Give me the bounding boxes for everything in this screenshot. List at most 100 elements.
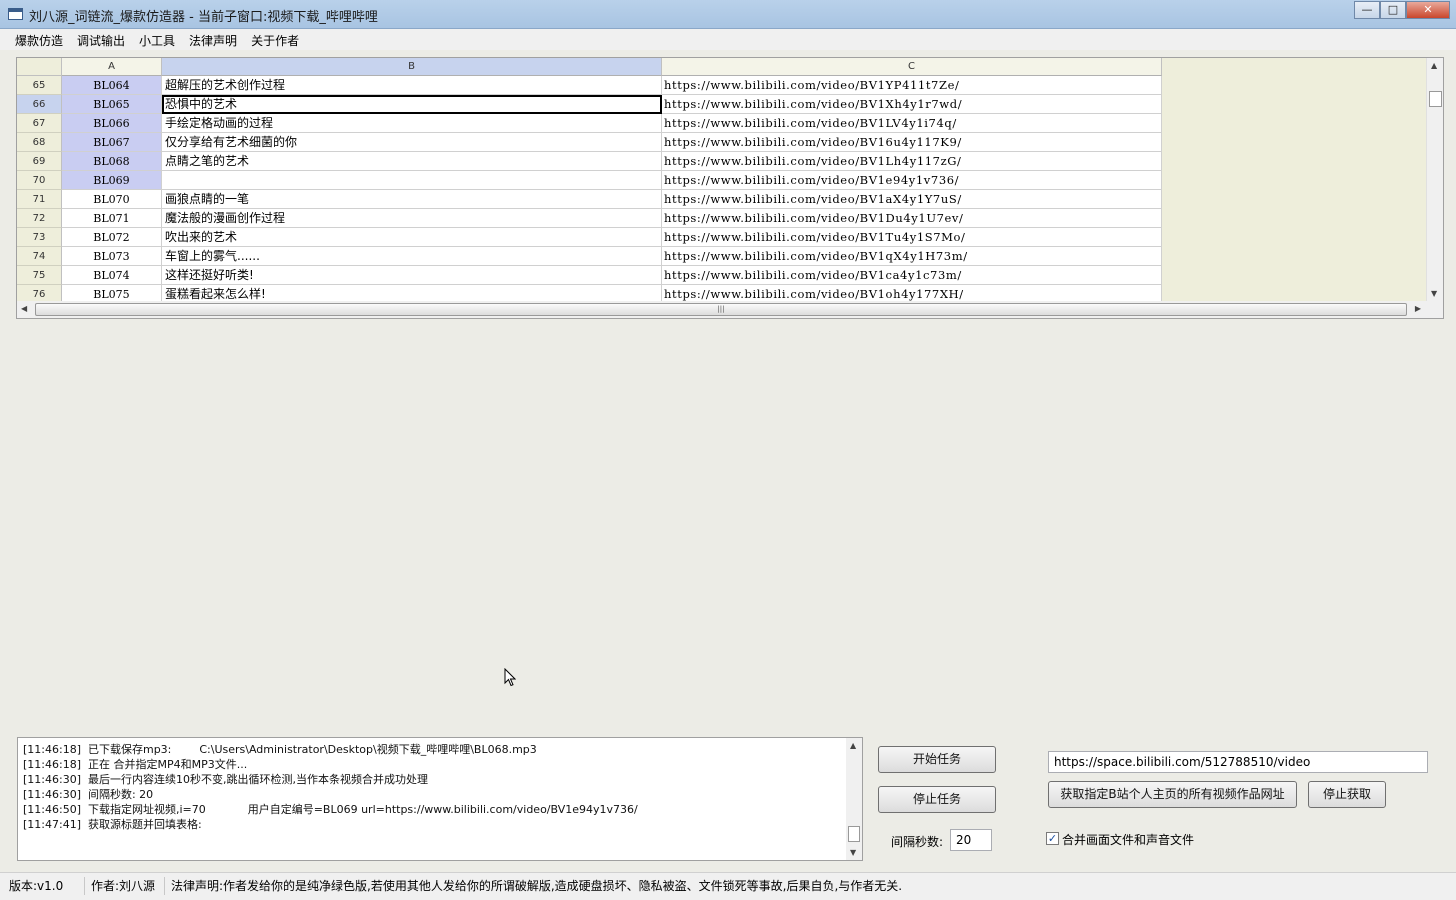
log-line: [11:46:30] 最后一行内容连续10秒不变,跳出循环检测,当作本条视频合并… (23, 773, 428, 786)
vertical-scroll-thumb[interactable] (1429, 91, 1442, 107)
cell-title[interactable]: 超解压的艺术创作过程 (162, 76, 662, 95)
grid-horizontal-scrollbar[interactable]: ◀ ||| ▶ (17, 301, 1443, 318)
scroll-up-icon[interactable]: ▲ (1431, 61, 1437, 70)
maximize-button[interactable]: □ (1380, 1, 1406, 19)
cell-id[interactable]: BL070 (62, 190, 162, 209)
log-scroll-thumb[interactable] (848, 826, 860, 842)
log-scroll-down-icon[interactable]: ▼ (850, 848, 856, 857)
cell-title[interactable]: 手绘定格动画的过程 (162, 114, 662, 133)
table-row[interactable]: 71 BL070 画狼点睛的一笔 https://www.bilibili.com/v… (17, 190, 1162, 209)
stop-fetch-button[interactable]: 停止获取 (1308, 781, 1386, 808)
status-version: 版本:v1.0 (9, 877, 85, 895)
cell-id[interactable]: BL071 (62, 209, 162, 228)
log-line: [11:46:18] 已下载保存mp3: C:\Users\Administra… (23, 743, 537, 756)
column-header-a[interactable]: A (62, 58, 162, 76)
scroll-left-icon[interactable]: ◀ (21, 304, 27, 313)
cell-id[interactable]: BL072 (62, 228, 162, 247)
table-row[interactable]: 68 BL067 仅分享给有艺术细菌的你 https://www.bilibili.c… (17, 133, 1162, 152)
horizontal-scroll-thumb[interactable]: ||| (35, 303, 1407, 316)
cell-id[interactable]: BL073 (62, 247, 162, 266)
cell-url[interactable]: https://www.bilibili.com/video/BV1aX4y1Y… (662, 190, 1162, 209)
cell-url[interactable]: https://www.bilibili.com/video/BV1YP411t… (662, 76, 1162, 95)
cell-id[interactable]: BL074 (62, 266, 162, 285)
row-header[interactable]: 66 (17, 95, 62, 114)
scroll-down-icon[interactable]: ▼ (1431, 289, 1437, 298)
menu-item-about[interactable]: 关于作者 (244, 29, 306, 50)
cell-title[interactable]: 仅分享给有艺术细菌的你 (162, 133, 662, 152)
url-input[interactable]: https://space.bilibili.com/512788510/vid… (1048, 751, 1428, 773)
cell-id[interactable]: BL068 (62, 152, 162, 171)
cell-url[interactable]: https://www.bilibili.com/video/BV1e94y1v… (662, 171, 1162, 190)
cell-url[interactable]: https://www.bilibili.com/video/BV1ca4y1c… (662, 266, 1162, 285)
status-bar: 版本:v1.0 作者:刘八源 法律声明:作者发给你的是纯净绿色版,若使用其他人发… (0, 872, 1456, 900)
cell-id[interactable]: BL067 (62, 133, 162, 152)
cell-url[interactable]: https://www.bilibili.com/video/BV1Lh4y11… (662, 152, 1162, 171)
row-header[interactable]: 67 (17, 114, 62, 133)
row-header[interactable]: 74 (17, 247, 62, 266)
cell-title[interactable]: 这样还挺好听类! (162, 266, 662, 285)
cell-id[interactable]: BL065 (62, 95, 162, 114)
log-line: [11:47:41] 获取源标题并回填表格: (23, 818, 202, 831)
row-header[interactable]: 72 (17, 209, 62, 228)
row-header[interactable]: 68 (17, 133, 62, 152)
row-header[interactable]: 71 (17, 190, 62, 209)
menu-item-debug[interactable]: 调试输出 (70, 29, 132, 50)
cell-title[interactable]: 魔法般的漫画创作过程 (162, 209, 662, 228)
title-bar: 刘八源_词链流_爆款仿造器 - 当前子窗口:视频下载_哔哩哔哩 — □ ✕ (0, 0, 1456, 29)
cell-id[interactable]: BL066 (62, 114, 162, 133)
cell-title[interactable]: 点睛之笔的艺术 (162, 152, 662, 171)
grid-corner[interactable] (17, 58, 62, 76)
row-header[interactable]: 70 (17, 171, 62, 190)
row-header[interactable]: 75 (17, 266, 62, 285)
menu-item-tools[interactable]: 小工具 (132, 29, 182, 50)
table-row[interactable]: 75 BL074 这样还挺好听类! https://www.bilibili.com/… (17, 266, 1162, 285)
row-header[interactable]: 69 (17, 152, 62, 171)
table-row[interactable]: 65 BL064 超解压的艺术创作过程 https://www.bilibili.co… (17, 76, 1162, 95)
interval-label: 间隔秒数: (891, 835, 944, 849)
row-header[interactable]: 73 (17, 228, 62, 247)
row-header[interactable]: 65 (17, 76, 62, 95)
close-button[interactable]: ✕ (1406, 1, 1450, 19)
table-row[interactable]: 67 BL066 手绘定格动画的过程 https://www.bilibili.com… (17, 114, 1162, 133)
app-icon (8, 8, 23, 20)
log-line: [11:46:30] 间隔秒数: 20 (23, 788, 154, 801)
table-row[interactable]: 73 BL072 吹出来的艺术 https://www.bilibili.com/vi… (17, 228, 1162, 247)
cell-url[interactable]: https://www.bilibili.com/video/BV1Xh4y1r… (662, 95, 1162, 114)
table-row[interactable]: 66 BL065 恐惧中的艺术 https://www.bilibili.com/vi… (17, 95, 1162, 114)
cell-title[interactable]: 画狼点睛的一笔 (162, 190, 662, 209)
cell-title[interactable]: 吹出来的艺术 (162, 228, 662, 247)
stop-task-button[interactable]: 停止任务 (878, 786, 996, 813)
log-output[interactable]: [11:46:18] 已下载保存mp3: C:\Users\Administra… (17, 737, 863, 861)
log-scrollbar[interactable]: ▲ ▼ (846, 738, 862, 860)
menu-item-imitate[interactable]: 爆款仿造 (8, 29, 70, 50)
spreadsheet-grid[interactable]: A B C 65 BL064 超解压的艺术创作过程 https://www.bilib… (16, 57, 1444, 319)
column-header-b[interactable]: B (162, 58, 662, 76)
log-scroll-up-icon[interactable]: ▲ (850, 741, 856, 750)
cell-url[interactable]: https://www.bilibili.com/video/BV1Tu4y1S… (662, 228, 1162, 247)
interval-input[interactable]: 20 (950, 829, 992, 851)
table-row[interactable]: 70 BL069 https://www.bilibili.com/video/BV… (17, 171, 1162, 190)
status-legal: 法律声明:作者发给你的是纯净绿色版,若使用其他人发给你的所谓破解版,造成硬盘损坏… (171, 879, 903, 893)
table-row[interactable]: 69 BL068 点睛之笔的艺术 https://www.bilibili.com/v… (17, 152, 1162, 171)
merge-checkbox[interactable]: ✓ (1046, 832, 1059, 845)
cell-title[interactable] (162, 171, 662, 190)
fetch-videos-button[interactable]: 获取指定B站个人主页的所有视频作品网址 (1048, 781, 1297, 808)
table-row[interactable]: 74 BL073 车窗上的雾气...... https://www.bilibili.… (17, 247, 1162, 266)
window-title: 刘八源_词链流_爆款仿造器 - 当前子窗口:视频下载_哔哩哔哩 (29, 10, 378, 25)
cell-id[interactable]: BL069 (62, 171, 162, 190)
cell-id[interactable]: BL064 (62, 76, 162, 95)
cell-url[interactable]: https://www.bilibili.com/video/BV1LV4y1i… (662, 114, 1162, 133)
start-task-button[interactable]: 开始任务 (878, 746, 996, 773)
minimize-button[interactable]: — (1354, 1, 1380, 19)
cell-title[interactable]: 车窗上的雾气...... (162, 247, 662, 266)
grid-vertical-scrollbar[interactable]: ▲ ▼ (1426, 58, 1443, 301)
column-header-c[interactable]: C (662, 58, 1162, 76)
cell-url[interactable]: https://www.bilibili.com/video/BV1Du4y1U… (662, 209, 1162, 228)
cell-url[interactable]: https://www.bilibili.com/video/BV16u4y11… (662, 133, 1162, 152)
menu-item-legal[interactable]: 法律声明 (182, 29, 244, 50)
cell-url[interactable]: https://www.bilibili.com/video/BV1qX4y1H… (662, 247, 1162, 266)
cell-title[interactable]: 恐惧中的艺术 (162, 95, 662, 114)
scroll-right-icon[interactable]: ▶ (1415, 304, 1421, 313)
table-row[interactable]: 72 BL071 魔法般的漫画创作过程 https://www.bilibili.co… (17, 209, 1162, 228)
status-author: 作者:刘八源 (91, 877, 165, 895)
